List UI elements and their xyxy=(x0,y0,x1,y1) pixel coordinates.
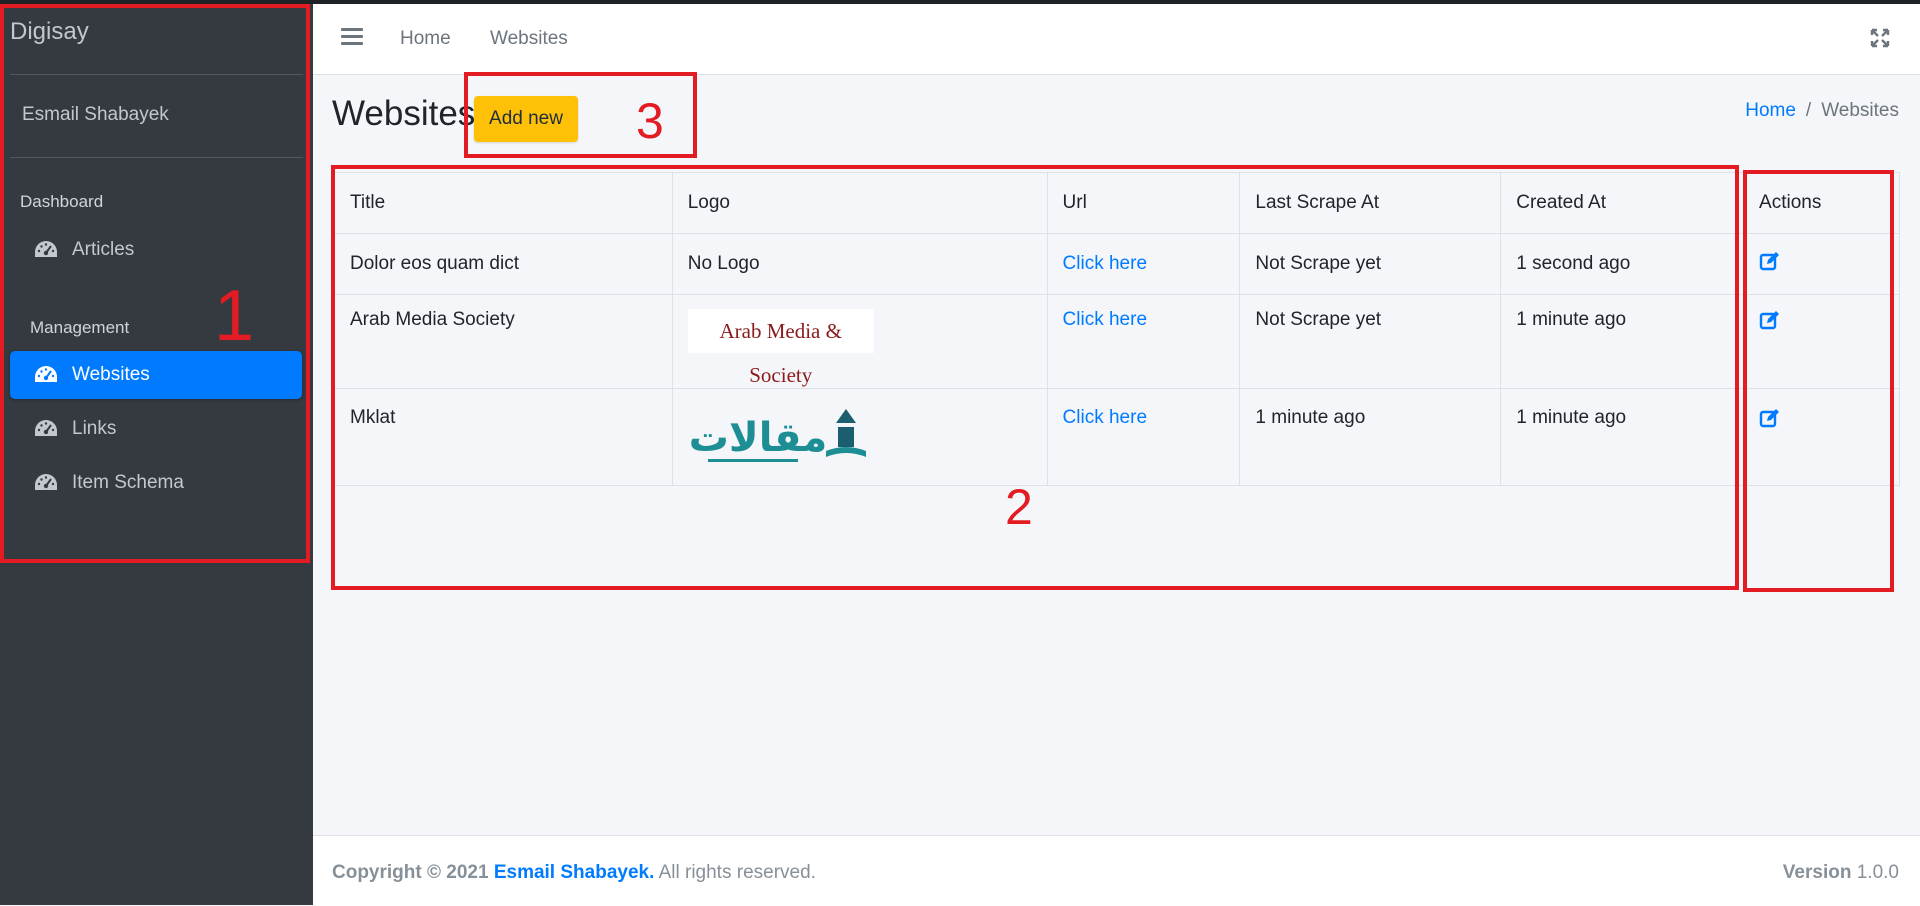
author-link[interactable]: Esmail Shabayek. xyxy=(494,862,655,883)
nav-link-home[interactable]: Home xyxy=(400,28,451,50)
breadcrumb-separator: / xyxy=(1805,100,1812,121)
annotation-box-1 xyxy=(0,4,310,563)
copyright-text: Copyright © 2021 xyxy=(332,862,489,883)
expand-icon[interactable] xyxy=(1868,26,1892,50)
annotation-box-actions xyxy=(1743,170,1894,592)
top-navbar: Home Websites xyxy=(313,4,1920,75)
hamburger-icon[interactable] xyxy=(341,28,363,50)
nav-link-websites[interactable]: Websites xyxy=(490,28,568,50)
breadcrumb-home[interactable]: Home xyxy=(1745,100,1796,122)
annotation-number-2: 2 xyxy=(1005,479,1033,535)
breadcrumb-current: Websites xyxy=(1821,100,1899,121)
breadcrumb: Home / Websites xyxy=(1745,100,1899,122)
version-label: Version xyxy=(1782,862,1852,883)
annotation-number-1: 1 xyxy=(214,276,255,356)
footer: Copyright © 2021 Esmail Shabayek. All ri… xyxy=(313,835,1920,906)
version-number: 1.0.0 xyxy=(1856,862,1899,883)
page-title: Websites xyxy=(332,94,476,133)
rights-text: All rights reserved. xyxy=(658,862,816,883)
annotation-box-2 xyxy=(331,165,1739,590)
annotation-number-3: 3 xyxy=(636,93,664,149)
footer-copyright: Copyright © 2021 Esmail Shabayek. All ri… xyxy=(332,862,816,884)
footer-version: Version 1.0.0 xyxy=(1783,862,1899,884)
